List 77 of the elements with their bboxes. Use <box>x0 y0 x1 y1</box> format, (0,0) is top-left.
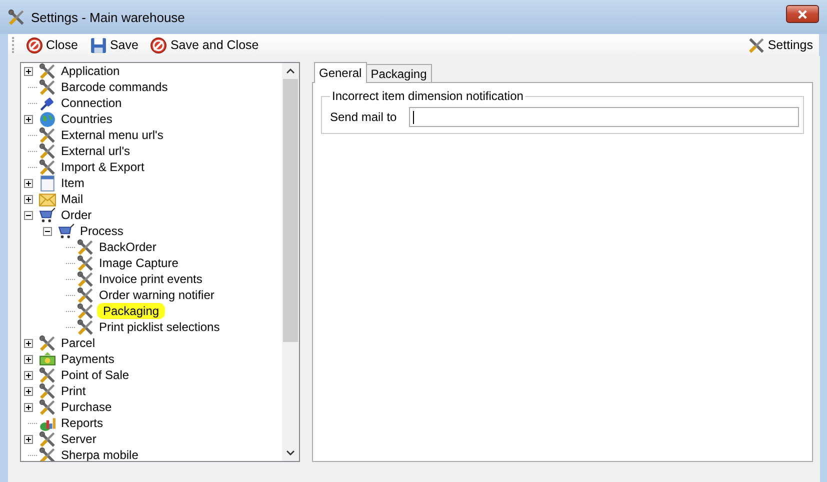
window-icon <box>39 174 56 192</box>
scroll-down-icon[interactable] <box>286 450 295 456</box>
tools-icon <box>77 238 94 256</box>
globe-icon <box>39 110 56 128</box>
tree-item[interactable]: Image Capture <box>97 255 180 271</box>
cart-icon <box>39 206 56 224</box>
tools-icon <box>39 142 56 160</box>
expand-icon[interactable] <box>24 194 33 204</box>
expand-icon[interactable] <box>24 434 33 444</box>
tools-icon <box>39 126 56 144</box>
tools-icon <box>77 270 94 288</box>
tools-icon <box>39 158 56 176</box>
tools-icon <box>39 78 56 96</box>
tree-item[interactable]: Packaging <box>97 303 166 319</box>
field-label: Send mail to <box>330 110 397 124</box>
expand-icon[interactable] <box>24 354 33 364</box>
expand-icon[interactable] <box>24 66 33 76</box>
tree-item[interactable]: Server <box>59 431 98 447</box>
tools-icon <box>77 286 94 304</box>
group-title: Incorrect item dimension notification <box>331 89 524 103</box>
tree-item[interactable]: Purchase <box>59 399 114 415</box>
window-title: Settings - Main warehouse <box>31 10 186 24</box>
money-icon <box>39 350 56 368</box>
close-icon <box>797 10 808 18</box>
tree-item[interactable]: BackOrder <box>97 239 158 255</box>
close-button[interactable]: Save and Close <box>148 36 261 54</box>
expand-icon[interactable] <box>24 338 33 348</box>
input-field[interactable] <box>408 107 799 127</box>
collapse-icon[interactable] <box>43 226 52 236</box>
envelope-icon <box>39 190 56 208</box>
tools-icon <box>77 318 94 336</box>
tree-item[interactable]: Reports <box>59 415 106 431</box>
tree-item[interactable]: Import & Export <box>59 159 146 175</box>
scrollbar[interactable] <box>282 63 299 461</box>
tree-item[interactable]: Countries <box>59 111 114 127</box>
tree-item[interactable]: Payments <box>59 351 116 367</box>
collapse-icon[interactable] <box>24 210 33 220</box>
tools-icon <box>39 398 56 416</box>
close-button[interactable] <box>786 5 819 23</box>
tree-item[interactable]: Connection <box>59 95 124 111</box>
expand-icon[interactable] <box>24 178 33 188</box>
expand-icon[interactable] <box>24 114 33 124</box>
close-button[interactable]: Close <box>24 36 80 54</box>
tab[interactable]: General <box>314 62 367 83</box>
tree-item[interactable]: Invoice print events <box>97 271 204 287</box>
save-button[interactable]: Save <box>88 36 140 54</box>
tools-icon <box>8 8 25 26</box>
expand-icon[interactable] <box>24 402 33 412</box>
no-entry-icon <box>150 36 168 54</box>
plug-icon <box>39 94 56 112</box>
tree-item[interactable]: Print picklist selections <box>97 319 222 335</box>
tree-item[interactable]: Parcel <box>59 335 98 351</box>
tools-icon <box>39 334 56 352</box>
tree-item[interactable]: Application <box>59 63 122 79</box>
scroll-up-icon[interactable] <box>286 68 295 74</box>
tree-item[interactable]: External menu url's <box>59 127 166 143</box>
tree-item[interactable]: Item <box>59 175 86 191</box>
tree-item[interactable]: External url's <box>59 143 132 159</box>
tree-item[interactable]: Print <box>59 383 88 399</box>
tab[interactable]: Packaging <box>366 64 432 82</box>
tree-item[interactable]: Point of Sale <box>59 367 132 383</box>
cart-icon <box>58 222 75 240</box>
tree-item[interactable]: Order warning notifier <box>97 287 216 303</box>
tools-icon <box>39 382 56 400</box>
tools-icon <box>39 430 56 448</box>
no-entry-icon <box>26 36 43 54</box>
settings-button[interactable]: Settings <box>746 36 815 54</box>
tree-item[interactable]: Process <box>78 223 126 239</box>
tools-icon <box>77 302 94 320</box>
expand-icon[interactable] <box>24 370 33 380</box>
expand-icon[interactable] <box>24 386 33 396</box>
tools-icon <box>748 36 765 54</box>
tree-item[interactable]: Mail <box>59 191 86 207</box>
tools-icon <box>77 254 94 272</box>
tree-item[interactable]: Order <box>59 207 94 223</box>
tools-icon <box>39 366 56 384</box>
tree-item[interactable]: Barcode commands <box>59 79 170 95</box>
